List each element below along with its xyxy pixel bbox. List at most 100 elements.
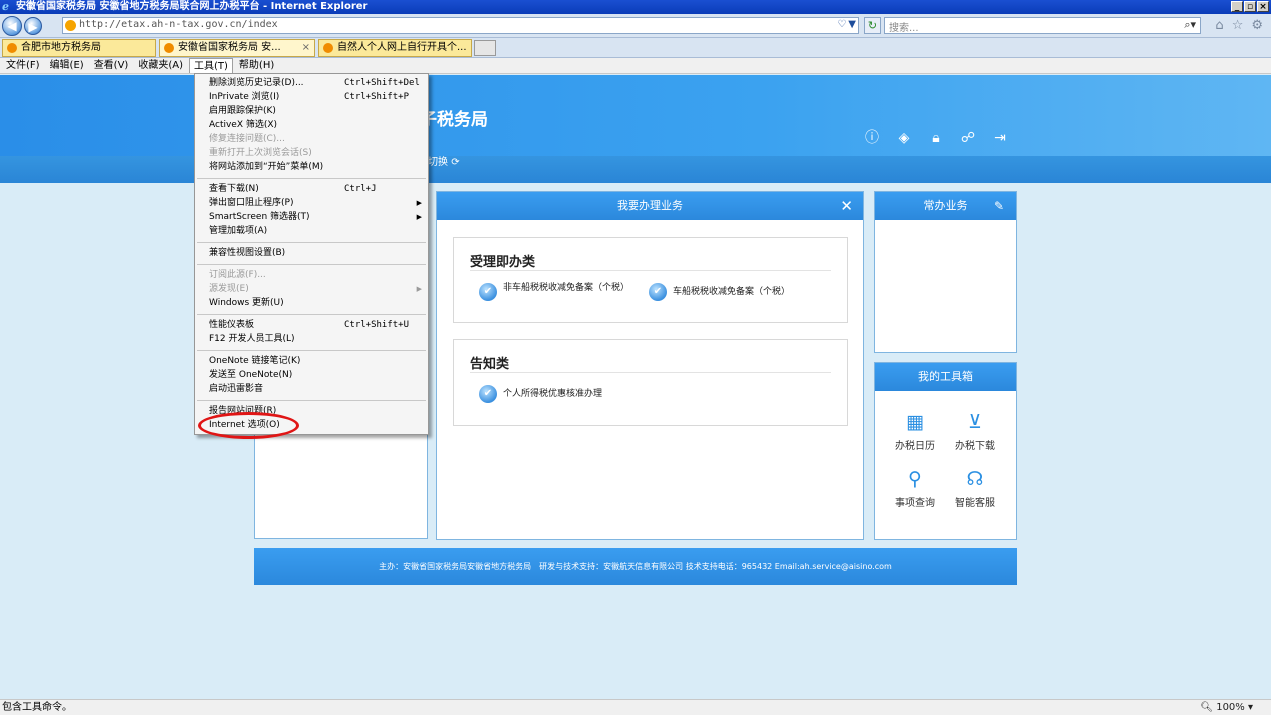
menu-item-send-onenote[interactable]: 发送至 OneNote(N) bbox=[195, 369, 428, 382]
menu-item-reopen-session: 重新打开上次浏览会话(S) bbox=[209, 148, 312, 158]
ticket-icon[interactable]: ◈ bbox=[896, 130, 912, 146]
tab-favicon-icon bbox=[323, 43, 333, 53]
submenu-arrow-icon: ▶ bbox=[416, 285, 422, 293]
menu-item-view-downloads[interactable]: 查看下载(N) Ctrl+J bbox=[195, 183, 428, 196]
menu-item-activex-filter[interactable]: ActiveX 筛选(X) bbox=[195, 119, 428, 132]
address-bar[interactable]: http://etax.ah-n-tax.gov.cn/index ♡ ▼ bbox=[62, 17, 859, 34]
menu-item-popup-blocker[interactable]: 弹出窗口阻止程序(P) ▶ bbox=[195, 197, 428, 210]
common-business-header: 常办业务 ✎ bbox=[875, 192, 1016, 220]
tools-dropdown-menu: 删除浏览历史记录(D)... Ctrl+Shift+Del InPrivate 浏… bbox=[194, 73, 429, 435]
menu-tools[interactable]: 工具(T) bbox=[189, 58, 233, 73]
menu-item-add-to-start[interactable]: 将网站添加到“开始”菜单(M) bbox=[195, 161, 428, 174]
tool-item-query[interactable]: ⚲ 事项查询 bbox=[885, 468, 945, 509]
tab-individual-tax[interactable]: 自然人个人网上自行开具个... bbox=[318, 39, 472, 57]
search-icon: ⚲ bbox=[908, 468, 922, 490]
window-title-bar: ℯ 安徽省国家税务局 安徽省地方税务局联合网上办税平台 - Internet E… bbox=[0, 0, 1271, 14]
status-bar: 包含工具命令。 🔍︎ 100% ▾ bbox=[0, 699, 1271, 715]
menu-item-feed-discovery: 源发现(E) ▶ bbox=[209, 284, 422, 294]
menu-item-fix-connection: 修复连接问题(C)... bbox=[209, 134, 285, 144]
menu-item-smartscreen[interactable]: SmartScreen 筛选器(T) ▶ bbox=[195, 211, 428, 224]
menu-item-inprivate[interactable]: InPrivate 浏览(I) Ctrl+Shift+P bbox=[195, 91, 428, 104]
category-notice: 告知类 ✔ 个人所得税优惠核准办理 bbox=[453, 339, 848, 426]
common-business-panel: 常办业务 ✎ bbox=[874, 191, 1017, 353]
pencil-icon[interactable]: ✎ bbox=[994, 192, 1004, 220]
search-icon[interactable]: ⌕▾ bbox=[1184, 18, 1196, 32]
category-title: 受理即办类 bbox=[470, 255, 536, 270]
menu-edit[interactable]: 编辑(E) bbox=[46, 58, 88, 73]
minimize-button[interactable]: _ bbox=[1231, 1, 1243, 12]
compatibility-view-icon[interactable]: ♡ bbox=[837, 19, 846, 30]
check-circle-icon: ✔ bbox=[479, 385, 497, 403]
red-highlight-ellipse bbox=[198, 412, 299, 439]
switch-link[interactable]: 切换 ⟳ bbox=[428, 156, 460, 170]
site-title: 子税务局 bbox=[420, 110, 488, 130]
menu-item-manage-addons[interactable]: 管理加载项(A) bbox=[195, 225, 428, 238]
check-circle-icon: ✔ bbox=[649, 283, 667, 301]
address-url[interactable]: http://etax.ah-n-tax.gov.cn/index bbox=[79, 19, 278, 30]
logout-icon[interactable]: ⇥ bbox=[992, 130, 1008, 146]
window-title: 安徽省国家税务局 安徽省地方税务局联合网上办税平台 - Internet Exp… bbox=[16, 1, 368, 12]
favorites-star-icon[interactable]: ☆ bbox=[1232, 18, 1244, 33]
tab-favicon-icon bbox=[7, 43, 17, 53]
page-header: 子税务局 ⓘ ◈ 🔒︎ ☍ ⇥ bbox=[0, 75, 1271, 156]
lock-icon[interactable]: 🔒︎ bbox=[928, 130, 944, 146]
zoom-level[interactable]: 🔍︎ 100% ▾ bbox=[1200, 700, 1253, 715]
tab-strip: 合肥市地方税务局 安徽省国家税务局 安... × 自然人个人网上自行开具个... bbox=[0, 38, 1271, 58]
close-icon[interactable]: ✕ bbox=[840, 194, 853, 218]
switch-icon: ⟳ bbox=[451, 157, 460, 168]
tab-close-icon[interactable]: × bbox=[302, 40, 310, 56]
maximize-button[interactable]: ▫ bbox=[1244, 1, 1256, 12]
service-item[interactable]: ✔ 车船税税收减免备案（个税） bbox=[649, 283, 819, 301]
submenu-arrow-icon: ▶ bbox=[416, 213, 422, 221]
business-panel-title: 我要办理业务 bbox=[617, 199, 683, 212]
menu-item-onenote-linked[interactable]: OneNote 链接笔记(K) bbox=[195, 355, 428, 368]
menu-item-subscribe-feed: 订阅此源(F)... bbox=[209, 270, 266, 280]
tab-hefei-tax[interactable]: 合肥市地方税务局 bbox=[2, 39, 156, 57]
search-input[interactable]: 搜索... ⌕▾ bbox=[884, 17, 1201, 34]
info-icon[interactable]: ⓘ bbox=[864, 130, 880, 146]
menu-item-f12-tools[interactable]: F12 开发人员工具(L) bbox=[195, 333, 428, 346]
submenu-arrow-icon: ▶ bbox=[416, 199, 422, 207]
tab-anhui-tax[interactable]: 安徽省国家税务局 安... × bbox=[159, 39, 315, 57]
menu-item-tracking-protection[interactable]: 启用跟踪保护(K) bbox=[195, 105, 428, 118]
check-circle-icon: ✔ bbox=[479, 283, 497, 301]
address-dropdown-icon[interactable]: ▼ bbox=[848, 19, 856, 30]
download-icon: ⊻ bbox=[968, 411, 982, 433]
tool-tax-calendar[interactable]: ▦ 办税日历 bbox=[885, 411, 945, 452]
search-placeholder: 搜索... bbox=[889, 23, 919, 34]
menu-help[interactable]: 帮助(H) bbox=[235, 58, 278, 73]
menu-item-windows-update[interactable]: Windows 更新(U) bbox=[195, 297, 428, 310]
tool-smart-service[interactable]: ☊ 智能客服 bbox=[945, 468, 1005, 509]
status-text: 包含工具命令。 bbox=[2, 702, 72, 713]
menu-item-delete-history[interactable]: 删除浏览历史记录(D)... Ctrl+Shift+Del bbox=[195, 77, 428, 90]
service-item[interactable]: ✔ 个人所得税优惠核准办理 bbox=[479, 385, 679, 403]
forward-button[interactable]: ▶ bbox=[24, 17, 42, 35]
toolbox-title: 我的工具箱 bbox=[918, 370, 973, 383]
menu-item-xunlei[interactable]: 启动迅雷影音 bbox=[195, 383, 428, 396]
back-button[interactable]: ◀ bbox=[2, 16, 22, 36]
toolbox-panel: 我的工具箱 ▦ 办税日历 ⊻ 办税下载 ⚲ 事项查询 ☊ 智能客服 bbox=[874, 362, 1017, 540]
menu-item-performance[interactable]: 性能仪表板 Ctrl+Shift+U bbox=[195, 319, 428, 332]
refresh-button[interactable]: ↻ bbox=[864, 17, 881, 34]
common-business-title: 常办业务 bbox=[923, 199, 968, 212]
users-icon[interactable]: ☍ bbox=[960, 130, 976, 146]
address-toolbar: ◀ ▶ http://etax.ah-n-tax.gov.cn/index ♡ … bbox=[0, 14, 1271, 38]
menu-file[interactable]: 文件(F) bbox=[2, 58, 44, 73]
tool-tax-download[interactable]: ⊻ 办税下载 bbox=[945, 411, 1005, 452]
menu-favorites[interactable]: 收藏夹(A) bbox=[134, 58, 187, 73]
menu-item-compat-view[interactable]: 兼容性视图设置(B) bbox=[195, 247, 428, 260]
toolbox-header: 我的工具箱 bbox=[875, 363, 1016, 391]
tab-favicon-icon bbox=[164, 43, 174, 53]
business-panel: 我要办理业务 ✕ 受理即办类 ✔ 非车船税税收减免备案（个税） ✔ 车船税税收减… bbox=[436, 191, 864, 540]
footer-text: 主办：安徽省国家税务局安徽省地方税务局 研发与技术支持：安徽航天信息有限公司 技… bbox=[379, 562, 892, 571]
menu-bar: 文件(F) 编辑(E) 查看(V) 收藏夹(A) 工具(T) 帮助(H) bbox=[0, 58, 1271, 74]
service-item[interactable]: ✔ 非车船税税收减免备案（个税） bbox=[479, 283, 629, 301]
settings-gear-icon[interactable]: ⚙ bbox=[1251, 18, 1263, 33]
menu-view[interactable]: 查看(V) bbox=[90, 58, 133, 73]
ie-logo-icon: ℯ bbox=[2, 0, 9, 13]
category-title: 告知类 bbox=[470, 357, 510, 372]
nav-strip: 切换 ⟳ bbox=[0, 156, 1271, 183]
new-tab-button[interactable] bbox=[474, 40, 496, 56]
home-icon[interactable]: ⌂ bbox=[1215, 18, 1223, 33]
close-window-button[interactable]: × bbox=[1257, 1, 1269, 12]
